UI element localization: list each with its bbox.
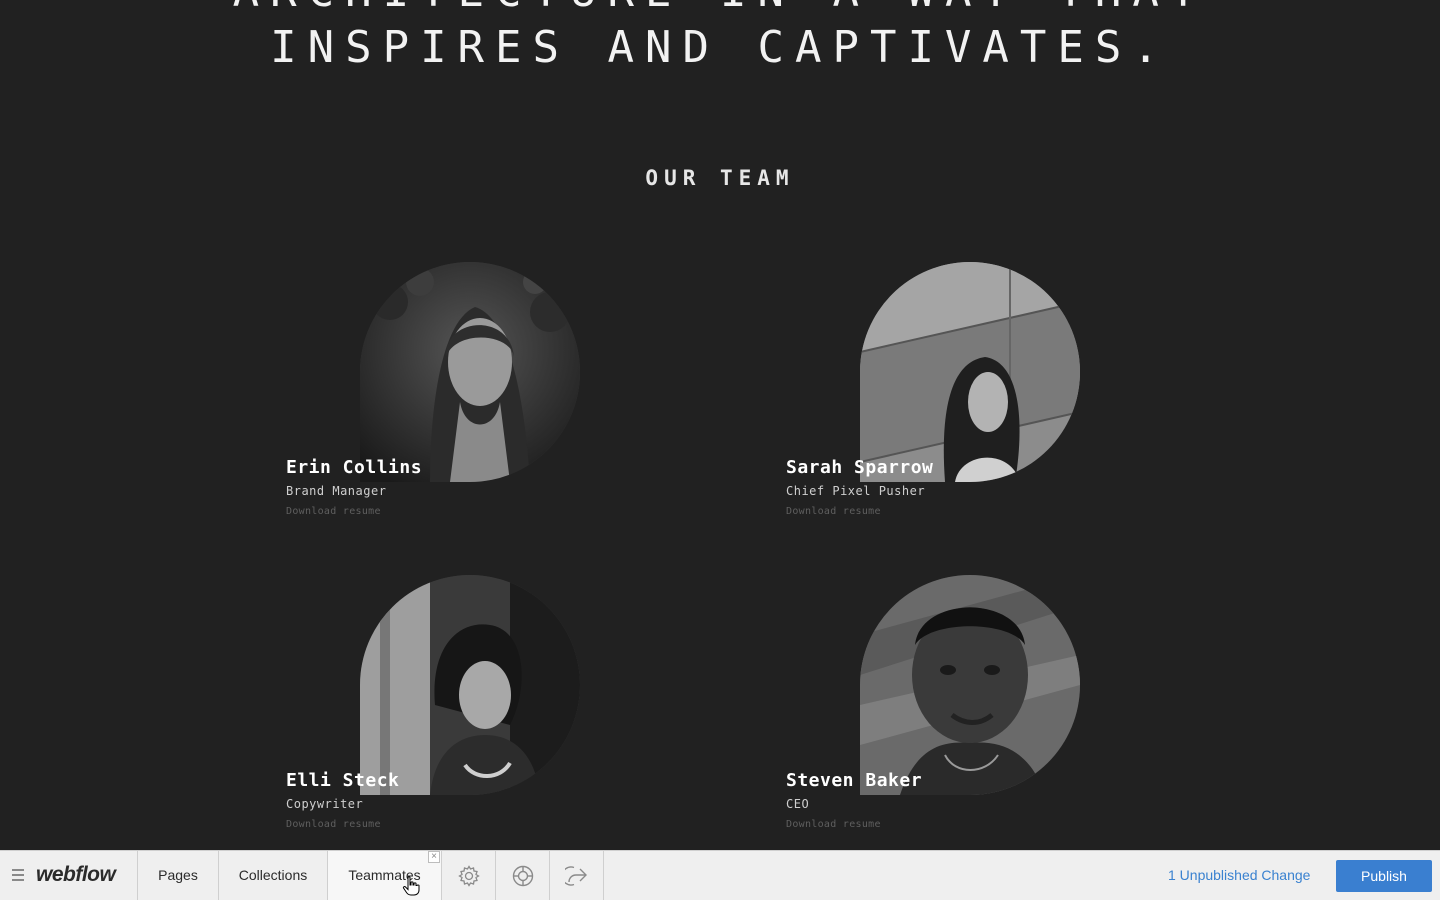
tab-teammates[interactable]: Teammates × bbox=[328, 851, 442, 900]
member-photo bbox=[860, 575, 1080, 795]
export-share-icon bbox=[564, 865, 587, 886]
team-member-card: Sarah Sparrow Chief Pixel Pusher Downloa… bbox=[786, 262, 1186, 542]
help-lifebuoy-icon bbox=[512, 865, 533, 886]
download-resume-link[interactable]: Download resume bbox=[786, 819, 881, 830]
help-button[interactable] bbox=[496, 851, 550, 900]
webflow-logo-area[interactable]: webflow bbox=[0, 851, 138, 900]
member-role: Brand Manager bbox=[286, 484, 387, 498]
hero-line-1: ARCHITECTURE IN A WAY THAT bbox=[0, 0, 1440, 20]
export-button[interactable] bbox=[550, 851, 604, 900]
member-role: Chief Pixel Pusher bbox=[786, 484, 926, 498]
team-member-card: Steven Baker CEO Download resume bbox=[786, 575, 1186, 855]
member-name: Steven Baker bbox=[786, 770, 923, 791]
member-photo bbox=[360, 262, 580, 482]
unpublished-changes-link[interactable]: 1 Unpublished Change bbox=[1168, 851, 1310, 900]
team-member-card: Erin Collins Brand Manager Download resu… bbox=[286, 262, 686, 542]
download-resume-link[interactable]: Download resume bbox=[786, 506, 881, 517]
settings-button[interactable] bbox=[442, 851, 496, 900]
webflow-editor-bar: webflow Pages Collections Teammates × 1 … bbox=[0, 850, 1440, 900]
download-resume-link[interactable]: Download resume bbox=[286, 819, 381, 830]
close-icon[interactable]: × bbox=[428, 851, 440, 863]
hero-heading: ARCHITECTURE IN A WAY THAT INSPIRES AND … bbox=[0, 0, 1440, 76]
member-name: Erin Collins bbox=[286, 457, 423, 478]
webflow-logo: webflow bbox=[36, 863, 116, 886]
tab-pages[interactable]: Pages bbox=[138, 851, 219, 900]
member-role: Copywriter bbox=[286, 797, 364, 811]
hand-cursor-icon bbox=[402, 876, 420, 896]
hero-line-2: INSPIRES AND CAPTIVATES. bbox=[270, 22, 1170, 73]
member-photo bbox=[860, 262, 1080, 482]
download-resume-link[interactable]: Download resume bbox=[286, 506, 381, 517]
team-member-card: Elli Steck Copywriter Download resume bbox=[286, 575, 686, 855]
member-photo bbox=[360, 575, 580, 795]
tab-collections[interactable]: Collections bbox=[219, 851, 328, 900]
team-section-title: OUR TEAM bbox=[645, 166, 795, 190]
gear-icon bbox=[457, 864, 480, 887]
menu-icon[interactable] bbox=[12, 869, 24, 884]
member-name: Sarah Sparrow bbox=[786, 457, 934, 478]
member-name: Elli Steck bbox=[286, 770, 400, 791]
publish-button[interactable]: Publish bbox=[1336, 860, 1432, 892]
member-role: CEO bbox=[786, 797, 810, 811]
